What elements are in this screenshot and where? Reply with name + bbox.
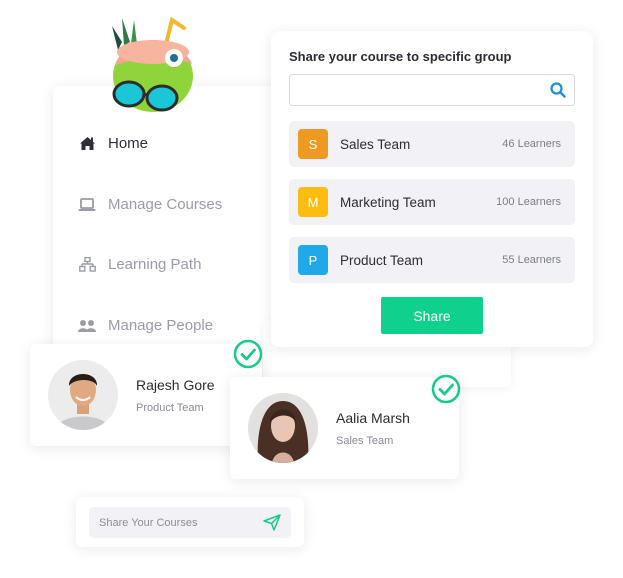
person-name: Aalia Marsh: [336, 410, 410, 426]
group-initial-badge: S: [298, 129, 328, 159]
check-circle-icon: [233, 339, 263, 369]
share-courses-placeholder: Share Your Courses: [99, 516, 198, 529]
person-card[interactable]: Rajesh Gore Product Team: [30, 344, 262, 446]
group-name: Marketing Team: [340, 194, 436, 210]
sidebar-item-manage-people[interactable]: Manage People: [78, 317, 213, 334]
sidebar-item-label: Learning Path: [108, 256, 202, 273]
share-courses-input[interactable]: Share Your Courses: [89, 507, 291, 538]
person-name: Rajesh Gore: [136, 377, 215, 393]
sidebar-item-label: Manage Courses: [108, 196, 223, 213]
share-courses-card: Share Your Courses: [76, 497, 304, 547]
group-learner-count: 46 Learners: [502, 138, 561, 150]
sitemap-icon: [78, 257, 96, 273]
sidebar-nav: Home Manage Courses Learning Path Manage…: [53, 86, 283, 356]
send-icon[interactable]: [263, 514, 281, 531]
group-name: Product Team: [340, 252, 424, 268]
laptop-icon: [78, 197, 96, 213]
share-course-panel: Share your course to specific group S Sa…: [271, 31, 593, 347]
group-search-box[interactable]: [289, 74, 575, 106]
share-button[interactable]: Share: [381, 297, 483, 334]
group-initial-badge: M: [298, 187, 328, 217]
person-team: Product Team: [136, 402, 204, 414]
group-row-product[interactable]: P Product Team 55 Learners: [289, 237, 575, 283]
users-icon: [78, 318, 96, 334]
group-initial-badge: P: [298, 245, 328, 275]
group-learner-count: 55 Learners: [502, 254, 561, 266]
avatar: [48, 360, 118, 430]
sidebar-item-learning-path[interactable]: Learning Path: [78, 256, 201, 273]
sidebar-item-home[interactable]: Home: [78, 135, 148, 152]
group-row-marketing[interactable]: M Marketing Team 100 Learners: [289, 179, 575, 225]
avatar: [248, 393, 318, 463]
sidebar-item-label: Home: [108, 135, 149, 152]
group-search-input[interactable]: [290, 75, 530, 105]
search-icon[interactable]: [550, 82, 566, 103]
sidebar-item-manage-courses[interactable]: Manage Courses: [78, 196, 222, 213]
person-team: Sales Team: [336, 435, 394, 447]
share-panel-title: Share your course to specific group: [289, 49, 512, 64]
group-learner-count: 100 Learners: [496, 196, 561, 208]
person-card[interactable]: Aalia Marsh Sales Team: [230, 377, 459, 479]
sidebar-item-label: Manage People: [108, 317, 214, 334]
group-row-sales[interactable]: S Sales Team 46 Learners: [289, 121, 575, 167]
check-circle-icon: [431, 374, 461, 404]
coconut-mascot-icon: [112, 16, 193, 112]
home-icon: [78, 136, 96, 152]
group-name: Sales Team: [340, 136, 411, 152]
